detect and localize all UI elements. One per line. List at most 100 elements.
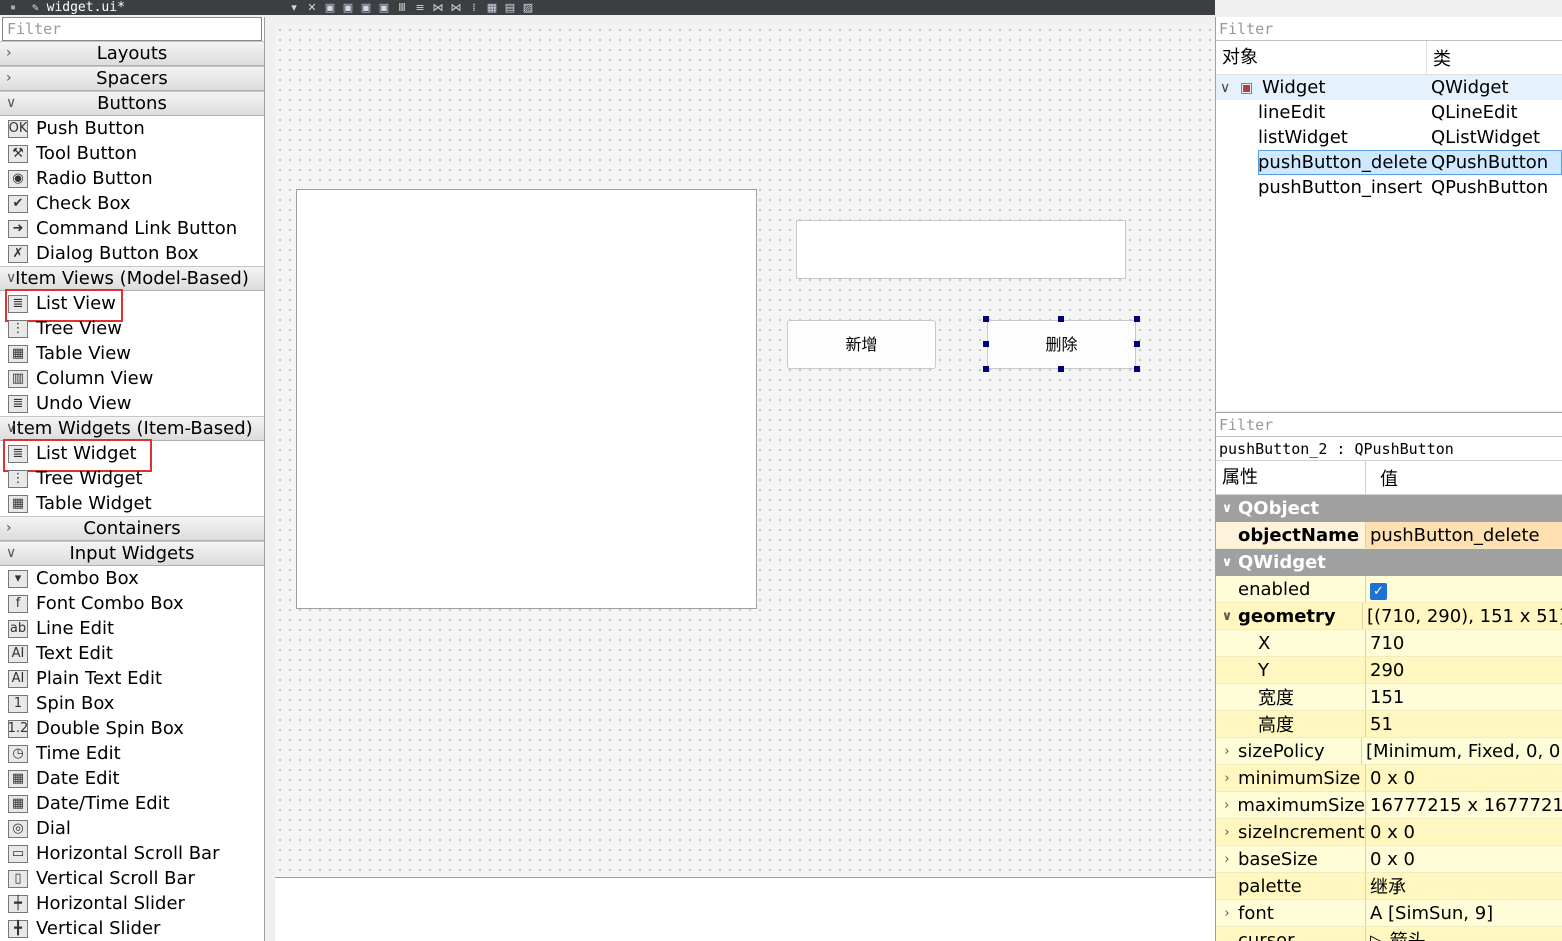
- widget-item[interactable]: ✔ Check Box: [0, 191, 264, 216]
- property-row[interactable]: › baseSize 0 x 0: [1216, 846, 1562, 873]
- form-canvas[interactable]: 新增 删除: [275, 25, 1215, 877]
- property-value[interactable]: 51: [1366, 714, 1393, 735]
- widget-item[interactable]: ◉ Radio Button: [0, 166, 264, 191]
- property-row[interactable]: 高度 51: [1216, 711, 1562, 738]
- widget-item[interactable]: ➜ Command Link Button: [0, 216, 264, 241]
- resize-handle[interactable]: [1058, 316, 1064, 322]
- property-value[interactable]: 0 x 0: [1366, 822, 1415, 843]
- widget-item[interactable]: ≣ List View: [0, 289, 264, 322]
- widget-item[interactable]: AI Plain Text Edit: [0, 666, 264, 691]
- widget-item[interactable]: ab Line Edit: [0, 616, 264, 641]
- layout-form-icon[interactable]: ⁞: [465, 1, 483, 15]
- category-header[interactable]: ∨ Item Views (Model-Based): [0, 266, 264, 291]
- property-group-header[interactable]: ∨ QObject: [1216, 495, 1562, 522]
- widget-item[interactable]: ◷ Time Edit: [0, 741, 264, 766]
- layout-horizontal-icon[interactable]: Ⅲ: [393, 1, 411, 15]
- category-header[interactable]: › Spacers: [0, 66, 264, 91]
- category-header[interactable]: ∨ Item Widgets (Item-Based): [0, 416, 264, 441]
- property-value[interactable]: [(710, 290), 151 x 51]: [1363, 606, 1562, 627]
- delete-button[interactable]: 删除: [987, 320, 1136, 369]
- property-value[interactable]: [Minimum, Fixed, 0, 0]: [1362, 741, 1562, 762]
- widget-item[interactable]: f Font Combo Box: [0, 591, 264, 616]
- widget-filter-input[interactable]: Filter: [2, 17, 262, 41]
- widget-item[interactable]: ⋮ Tree View: [0, 316, 264, 341]
- property-row[interactable]: ∨ geometry [(710, 290), 151 x 51]: [1216, 603, 1562, 630]
- chevron-right-icon[interactable]: ›: [1216, 771, 1238, 786]
- chevron-right-icon[interactable]: ›: [1216, 906, 1238, 921]
- enabled-checkbox[interactable]: ✓: [1370, 582, 1387, 600]
- chevron-right-icon[interactable]: ›: [1216, 798, 1237, 813]
- list-widget-preview[interactable]: [296, 189, 757, 609]
- property-value[interactable]: 16777215 x 16777215: [1366, 795, 1562, 816]
- chevron-right-icon[interactable]: ›: [1216, 852, 1238, 867]
- widget-item[interactable]: ≣ List Widget: [0, 439, 264, 472]
- property-value[interactable]: ✓: [1366, 579, 1387, 600]
- widget-item[interactable]: ▯ Vertical Scroll Bar: [0, 866, 264, 891]
- property-row[interactable]: objectName pushButton_delete: [1216, 522, 1562, 549]
- chevron-right-icon[interactable]: ›: [1216, 744, 1238, 759]
- resize-handle[interactable]: [1134, 341, 1140, 347]
- widget-item[interactable]: ▦ Date Edit: [0, 766, 264, 791]
- resize-handle[interactable]: [1134, 316, 1140, 322]
- resize-handle[interactable]: [1134, 366, 1140, 372]
- widget-item[interactable]: 1 Spin Box: [0, 691, 264, 716]
- object-row[interactable]: lineEdit QLineEdit: [1216, 100, 1562, 125]
- property-filter-input[interactable]: Filter: [1216, 413, 1562, 437]
- property-row[interactable]: cursor ▷ 箭头: [1216, 927, 1562, 941]
- category-header[interactable]: ∨ Input Widgets: [0, 541, 264, 566]
- edit-signals-icon[interactable]: ▣: [339, 1, 357, 15]
- widget-item[interactable]: ⋮ Tree Widget: [0, 466, 264, 491]
- edit-tab-order-icon[interactable]: ▣: [375, 1, 393, 15]
- line-edit-preview[interactable]: [796, 220, 1126, 279]
- property-value[interactable]: 继承: [1366, 873, 1406, 899]
- widget-item[interactable]: ▭ Horizontal Scroll Bar: [0, 841, 264, 866]
- resize-handle[interactable]: [983, 366, 989, 372]
- property-row[interactable]: X 710: [1216, 630, 1562, 657]
- resize-handle[interactable]: [1058, 366, 1064, 372]
- widget-item[interactable]: ✗ Dialog Button Box: [0, 241, 264, 266]
- property-row[interactable]: › minimumSize 0 x 0: [1216, 765, 1562, 792]
- property-value[interactable]: pushButton_delete: [1366, 525, 1540, 546]
- chevron-down-icon[interactable]: ∨: [1220, 80, 1240, 96]
- layout-grid-icon[interactable]: ▦: [483, 1, 501, 15]
- object-row[interactable]: listWidget QListWidget: [1216, 125, 1562, 150]
- property-value[interactable]: 290: [1366, 660, 1404, 681]
- edit-buddies-icon[interactable]: ▣: [357, 1, 375, 15]
- widget-item[interactable]: OK Push Button: [0, 116, 264, 141]
- property-row[interactable]: 宽度 151: [1216, 684, 1562, 711]
- property-row[interactable]: › sizePolicy [Minimum, Fixed, 0, 0]: [1216, 738, 1562, 765]
- chevron-right-icon[interactable]: ›: [1216, 825, 1238, 840]
- resize-handle[interactable]: [983, 341, 989, 347]
- document-tab[interactable]: ▪ ✎ widget.ui*: [0, 0, 265, 15]
- property-value[interactable]: ▷ 箭头: [1366, 927, 1426, 941]
- widget-item[interactable]: ▦ Table View: [0, 341, 264, 366]
- chevron-down-icon[interactable]: ∨: [1216, 609, 1238, 624]
- object-row[interactable]: pushButton_insert QPushButton: [1216, 175, 1562, 200]
- widget-item[interactable]: ┿ Horizontal Slider: [0, 891, 264, 916]
- edit-widgets-icon[interactable]: ▣: [321, 1, 339, 15]
- close-icon[interactable]: ✕: [303, 1, 321, 15]
- layout-vertical-icon[interactable]: ≡: [411, 1, 429, 15]
- widget-item[interactable]: ◎ Dial: [0, 816, 264, 841]
- property-value[interactable]: 0 x 0: [1366, 768, 1415, 789]
- widget-item[interactable]: ▦ Date/Time Edit: [0, 791, 264, 816]
- widget-item[interactable]: ≣ Undo View: [0, 391, 264, 416]
- property-row[interactable]: › maximumSize 16777215 x 16777215: [1216, 792, 1562, 819]
- widget-item[interactable]: ⚒ Tool Button: [0, 141, 264, 166]
- property-value[interactable]: 710: [1366, 633, 1404, 654]
- resize-handle[interactable]: [983, 316, 989, 322]
- property-group-header[interactable]: ∨ QWidget: [1216, 549, 1562, 576]
- category-header[interactable]: ∨ Buttons: [0, 91, 264, 116]
- dropdown-icon[interactable]: ▾: [285, 1, 303, 15]
- chevron-down-icon[interactable]: ∨: [1216, 501, 1238, 516]
- break-layout-icon[interactable]: ▤: [501, 1, 519, 15]
- property-value[interactable]: 0 x 0: [1366, 849, 1415, 870]
- widget-item[interactable]: AI Text Edit: [0, 641, 264, 666]
- widget-item[interactable]: ▥ Column View: [0, 366, 264, 391]
- adjust-size-icon[interactable]: ▨: [519, 1, 537, 15]
- property-row[interactable]: Y 290: [1216, 657, 1562, 684]
- property-row[interactable]: › font A [SimSun, 9]: [1216, 900, 1562, 927]
- widget-item[interactable]: ▾ Combo Box: [0, 566, 264, 591]
- widget-item[interactable]: ▦ Table Widget: [0, 491, 264, 516]
- property-row[interactable]: enabled ✓: [1216, 576, 1562, 603]
